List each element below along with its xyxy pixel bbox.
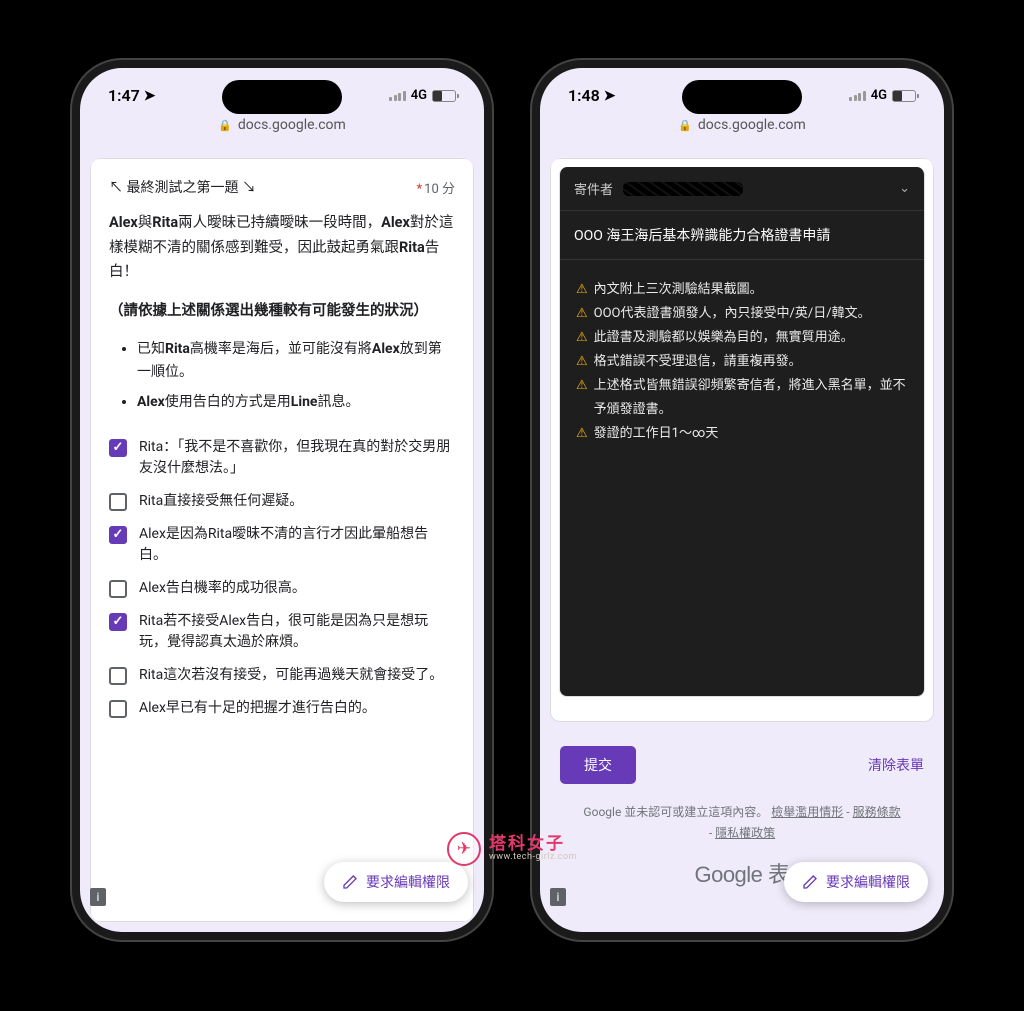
battery-icon: [432, 90, 456, 102]
warning-icon: ⚠: [576, 302, 588, 326]
warning-icon: ⚠: [576, 350, 588, 374]
option-label: Rita：「我不是不喜歡你，但我現在真的對於交男朋友沒什麼想法。」: [139, 437, 455, 479]
status-time: 1:47: [108, 86, 140, 105]
checkbox-icon[interactable]: [109, 580, 127, 598]
notch: [682, 80, 802, 114]
question-title: ↖ 最終測試之第一題 ↘: [109, 177, 256, 197]
info-tab[interactable]: i: [90, 888, 106, 906]
lock-icon: 🔒: [218, 119, 232, 132]
warning-text: 格式錯誤不受理退信，請重複再發。: [594, 350, 802, 374]
warning-text: 此證書及測驗都以娛樂為目的，無實質用途。: [594, 326, 854, 350]
warning-icon: ⚠: [576, 422, 588, 446]
redacted-sender: [623, 182, 743, 196]
chevron-down-icon[interactable]: ⌄: [899, 181, 910, 196]
warning-text: 發證的工作日1～∞天: [594, 422, 719, 446]
question-instruction: （請依據上述關係選出幾種較有可能發生的狀況）: [109, 299, 455, 324]
email-body: ⚠內文附上三次測驗結果截圖。 ⚠OOO代表證書頒發人，內只接受中/英/日/韓文。…: [560, 260, 924, 696]
signal-icon: [389, 91, 406, 101]
pencil-icon: [342, 874, 358, 890]
url-bar[interactable]: 🔒 docs.google.com: [80, 111, 484, 143]
warning-icon: ⚠: [576, 374, 588, 422]
footer-link-abuse[interactable]: 檢舉濫用情形: [771, 805, 843, 819]
checkbox-icon[interactable]: [109, 493, 127, 511]
email-from-row[interactable]: 寄件者 ⌄: [560, 167, 924, 211]
warning-icon: ⚠: [576, 326, 588, 350]
option-label: Alex告白機率的成功很高。: [139, 578, 306, 599]
network-label: 4G: [871, 88, 887, 103]
notch: [222, 80, 342, 114]
option-row[interactable]: Alex告白機率的成功很高。: [109, 578, 455, 599]
checkbox-icon[interactable]: [109, 667, 127, 685]
bullet-item: Alex使用告白的方式是用Line訊息。: [137, 391, 455, 415]
email-subject: OOO 海王海后基本辨識能力合格證書申請: [560, 211, 924, 260]
location-icon: ➤: [604, 88, 616, 104]
network-label: 4G: [411, 88, 427, 103]
url-bar[interactable]: 🔒 docs.google.com: [540, 111, 944, 143]
footer-link-tos[interactable]: 服務條款: [853, 805, 901, 819]
url-text: docs.google.com: [238, 117, 346, 133]
form-footer: Google 並未認可或建立這項內容。 檢舉濫用情形 - 服務條款 - 隱私權政…: [550, 798, 934, 853]
left-content: ↖ 最終測試之第一題 ↘ *10 分 Alex與Rita兩人曖昧已持續曖昧一段時…: [90, 158, 474, 922]
option-label: Rita若不接受Alex告白，很可能是因為只是想玩玩，覺得認真太過於麻煩。: [139, 611, 455, 653]
embed-card: 寄件者 ⌄ OOO 海王海后基本辨識能力合格證書申請 ⚠內文附上三次測驗結果截圖…: [550, 158, 934, 722]
email-preview: 寄件者 ⌄ OOO 海王海后基本辨識能力合格證書申請 ⚠內文附上三次測驗結果截圖…: [559, 167, 925, 697]
checkbox-icon[interactable]: [109, 613, 127, 631]
option-row[interactable]: Rita若不接受Alex告白，很可能是因為只是想玩玩，覺得認真太過於麻煩。: [109, 611, 455, 653]
submit-button[interactable]: 提交: [560, 746, 636, 784]
request-edit-fab[interactable]: 要求編輯權限: [324, 862, 468, 902]
option-row[interactable]: Rita這次若沒有接受，可能再過幾天就會接受了。: [109, 665, 455, 686]
option-row[interactable]: Rita：「我不是不喜歡你，但我現在真的對於交男朋友沒什麼想法。」: [109, 437, 455, 479]
phone-right: 1:48 ➤ 4G 🔒 docs.google.com 寄件者 ⌄ OOO 海王…: [532, 60, 952, 940]
lock-icon: 🔒: [678, 119, 692, 132]
request-edit-fab[interactable]: 要求編輯權限: [784, 862, 928, 902]
checkbox-icon[interactable]: [109, 526, 127, 544]
option-label: Rita直接接受無任何遲疑。: [139, 491, 303, 512]
warning-text: 內文附上三次測驗結果截圖。: [594, 278, 763, 302]
footer-link-privacy[interactable]: 隱私權政策: [715, 826, 775, 840]
warning-icon: ⚠: [576, 278, 588, 302]
option-label: Rita這次若沒有接受，可能再過幾天就會接受了。: [139, 665, 443, 686]
options-group: Rita：「我不是不喜歡你，但我現在真的對於交男朋友沒什麼想法。」 Rita直接…: [109, 437, 455, 719]
option-row[interactable]: Alex是因為Rita曖昧不清的言行才因此暈船想告白。: [109, 524, 455, 566]
fab-label: 要求編輯權限: [366, 872, 450, 892]
checkbox-icon[interactable]: [109, 700, 127, 718]
right-content: 寄件者 ⌄ OOO 海王海后基本辨識能力合格證書申請 ⚠內文附上三次測驗結果截圖…: [550, 158, 934, 922]
clear-form-link[interactable]: 清除表單: [868, 755, 924, 775]
option-row[interactable]: Alex早已有十足的把握才進行告白的。: [109, 698, 455, 719]
fab-label: 要求編輯權限: [826, 872, 910, 892]
signal-icon: [849, 91, 866, 101]
status-time: 1:48: [568, 86, 600, 105]
checkbox-icon[interactable]: [109, 439, 127, 457]
info-tab[interactable]: i: [550, 888, 566, 906]
warning-text: 上述格式皆無錯誤卻頻繁寄信者，將進入黑名單，並不予頒發證書。: [594, 374, 908, 422]
form-actions: 提交 清除表單: [550, 738, 934, 798]
bullet-item: 已知Rita高機率是海后，並可能沒有將Alex放到第一順位。: [137, 338, 455, 386]
location-icon: ➤: [144, 88, 156, 104]
pencil-icon: [802, 874, 818, 890]
url-text: docs.google.com: [698, 117, 806, 133]
question-points: *10 分: [417, 178, 455, 197]
battery-icon: [892, 90, 916, 102]
option-row[interactable]: Rita直接接受無任何遲疑。: [109, 491, 455, 512]
question-bullets: 已知Rita高機率是海后，並可能沒有將Alex放到第一順位。 Alex使用告白的…: [109, 338, 455, 415]
option-label: Alex是因為Rita曖昧不清的言行才因此暈船想告白。: [139, 524, 455, 566]
warning-text: OOO代表證書頒發人，內只接受中/英/日/韓文。: [594, 302, 871, 326]
phone-left: 1:47 ➤ 4G 🔒 docs.google.com ↖ 最終測試之第一題 ↘…: [72, 60, 492, 940]
from-label: 寄件者: [574, 179, 613, 198]
question-scenario: Alex與Rita兩人曖昧已持續曖昧一段時間，Alex對於這樣模糊不清的關係感到…: [109, 211, 455, 285]
option-label: Alex早已有十足的把握才進行告白的。: [139, 698, 376, 719]
form-question-card: ↖ 最終測試之第一題 ↘ *10 分 Alex與Rita兩人曖昧已持續曖昧一段時…: [90, 158, 474, 922]
